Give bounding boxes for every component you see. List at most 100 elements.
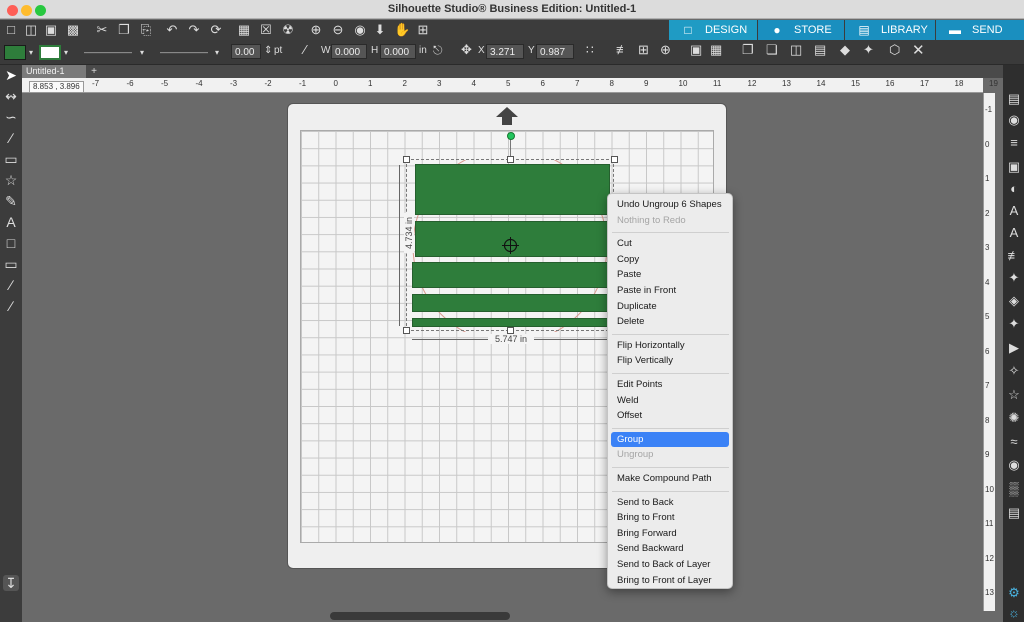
- sketch-icon[interactable]: ✧: [1006, 363, 1022, 379]
- align-icon[interactable]: ≢: [616, 42, 629, 57]
- fill-bucket-icon[interactable]: □: [3, 235, 19, 251]
- menu-item-paste[interactable]: Paste: [617, 269, 641, 280]
- resize-handle-top[interactable]: [507, 156, 514, 163]
- open-folder-icon[interactable]: ◫: [24, 23, 38, 37]
- import-icon[interactable]: ↧: [3, 575, 19, 591]
- ungroup-icon[interactable]: ▦: [710, 42, 722, 58]
- menu-item-duplicate[interactable]: Duplicate: [617, 301, 657, 312]
- stroke-width-field[interactable]: 0.00: [231, 44, 261, 59]
- paste-icon[interactable]: ⎘: [139, 23, 153, 37]
- line-color-swatch[interactable]: [39, 45, 61, 60]
- redo-icon[interactable]: ↷: [187, 23, 201, 37]
- eraser-icon[interactable]: ▭: [3, 256, 19, 272]
- move-icon[interactable]: ✥: [461, 42, 472, 58]
- menu-item-send-backward[interactable]: Send Backward: [617, 543, 684, 554]
- star-icon[interactable]: ☆: [3, 172, 19, 188]
- menu-item-bring-to-front-of-layer[interactable]: Bring to Front of Layer: [617, 575, 712, 586]
- line-end-selector[interactable]: ——————: [155, 45, 213, 60]
- print-icon[interactable]: ▩: [66, 23, 80, 37]
- horizontal-scroll-thumb[interactable]: [330, 612, 510, 620]
- star-shape-icon[interactable]: ✦: [863, 42, 874, 58]
- eyedropper-icon[interactable]: ∕: [3, 298, 19, 314]
- x-position-field[interactable]: 3.271: [486, 44, 524, 59]
- shapes-icon[interactable]: ◆: [840, 42, 850, 58]
- zoom-fit-icon[interactable]: ◉: [353, 23, 367, 37]
- menu-item-undo-ungroup-6-shapes[interactable]: Undo Ungroup 6 Shapes: [617, 199, 722, 210]
- resize-handle-top-left[interactable]: [403, 156, 410, 163]
- resize-handle-bottom-left[interactable]: [403, 327, 410, 334]
- document-tab[interactable]: Untitled-1: [22, 65, 86, 78]
- pan-hand-icon[interactable]: ✋: [394, 23, 410, 37]
- line-tool-icon[interactable]: ∕: [304, 42, 306, 57]
- text-to-path-icon[interactable]: A: [1006, 225, 1022, 241]
- page-setup-icon[interactable]: ▤: [1006, 91, 1022, 107]
- stroke-stepper-icon[interactable]: ⇕: [264, 45, 272, 56]
- pattern-icon[interactable]: ▒: [1006, 481, 1022, 497]
- menu-item-bring-forward[interactable]: Bring Forward: [617, 528, 677, 539]
- zoom-out-icon[interactable]: ⊖: [331, 23, 345, 37]
- curve-icon[interactable]: ∽: [3, 109, 19, 125]
- line-style-selector[interactable]: ——————: [78, 45, 138, 60]
- y-position-field[interactable]: 0.987: [536, 44, 574, 59]
- fill-color-swatch[interactable]: [4, 45, 26, 60]
- merge-icon[interactable]: ▤: [814, 42, 826, 58]
- menu-item-edit-points[interactable]: Edit Points: [617, 379, 662, 390]
- tab-library[interactable]: ▤ LIBRARY: [845, 20, 935, 40]
- tab-store[interactable]: ● STORE: [758, 20, 844, 40]
- add-page-icon[interactable]: ⊞: [416, 23, 430, 37]
- deselect-icon[interactable]: ☒: [259, 23, 273, 37]
- modify-icon[interactable]: ◈: [1006, 293, 1022, 309]
- text-icon[interactable]: A: [3, 214, 19, 230]
- menu-item-copy[interactable]: Copy: [617, 254, 639, 265]
- pencil-icon[interactable]: ✎: [3, 193, 19, 209]
- 3d-box-icon[interactable]: ⬡: [889, 42, 900, 58]
- close-icon[interactable]: ✕: [912, 41, 925, 59]
- height-field[interactable]: 0.000: [380, 44, 416, 59]
- menu-item-delete[interactable]: Delete: [617, 316, 644, 327]
- resize-handle-top-right[interactable]: [611, 156, 618, 163]
- text-style-icon[interactable]: A: [1006, 203, 1022, 219]
- zoom-in-icon[interactable]: ⊕: [309, 23, 323, 37]
- save-icon[interactable]: ▣: [44, 23, 58, 37]
- image-effects-icon[interactable]: ▣: [1006, 159, 1022, 175]
- width-field[interactable]: 0.000: [331, 44, 367, 59]
- align-panel-icon[interactable]: ≢: [1006, 248, 1022, 264]
- trace-icon[interactable]: ▶: [1006, 340, 1022, 356]
- fill-panel-icon[interactable]: ◉: [1006, 112, 1022, 128]
- tab-send[interactable]: ▬ SEND: [936, 20, 1024, 40]
- replicate-icon[interactable]: ❐: [742, 42, 754, 58]
- menu-item-make-compound-path[interactable]: Make Compound Path: [617, 473, 712, 484]
- edit-points-icon[interactable]: ↭: [3, 88, 19, 104]
- group-icon[interactable]: ▣: [690, 42, 702, 58]
- sphere-icon[interactable]: ◉: [1006, 457, 1022, 473]
- menu-item-paste-in-front[interactable]: Paste in Front: [617, 285, 676, 296]
- crosshair-icon[interactable]: ⊕: [660, 42, 671, 58]
- transparency-icon[interactable]: ◐: [1006, 181, 1022, 197]
- lock-aspect-icon[interactable]: ⎋: [433, 43, 443, 58]
- resize-handle-bottom[interactable]: [507, 327, 514, 334]
- rectangle-icon[interactable]: ▭: [3, 151, 19, 167]
- line-end-dropdown-icon[interactable]: ▾: [213, 45, 221, 60]
- offset-icon[interactable]: ◫: [790, 42, 802, 58]
- select-arrow-icon[interactable]: ➤: [3, 67, 19, 83]
- hatch-icon[interactable]: ≈: [1006, 434, 1022, 450]
- brightness-icon[interactable]: ☼: [1006, 605, 1022, 621]
- new-document-icon[interactable]: □: [4, 23, 18, 37]
- add-tab-button[interactable]: +: [88, 65, 100, 78]
- fill-dropdown-icon[interactable]: ▾: [27, 45, 35, 60]
- menu-item-cut[interactable]: Cut: [617, 238, 632, 249]
- puzzle-icon[interactable]: ✺: [1006, 410, 1022, 426]
- reference-point-icon[interactable]: ∷: [586, 43, 594, 57]
- line-style-dropdown-icon[interactable]: ▾: [138, 45, 146, 60]
- menu-item-offset[interactable]: Offset: [617, 410, 642, 421]
- menu-item-send-to-back[interactable]: Send to Back: [617, 497, 674, 508]
- offset-panel-icon[interactable]: ✦: [1006, 316, 1022, 332]
- line-style-icon[interactable]: ≡: [1006, 135, 1022, 151]
- tab-design[interactable]: □ DESIGN: [669, 20, 757, 40]
- settings-icon[interactable]: ⚙: [1006, 585, 1022, 601]
- undo-icon[interactable]: ↶: [165, 23, 179, 37]
- menu-item-bring-to-front[interactable]: Bring to Front: [617, 512, 675, 523]
- copy-icon[interactable]: ❐: [117, 23, 131, 37]
- line-icon[interactable]: ∕: [3, 130, 19, 146]
- menu-item-group[interactable]: Group: [611, 431, 729, 447]
